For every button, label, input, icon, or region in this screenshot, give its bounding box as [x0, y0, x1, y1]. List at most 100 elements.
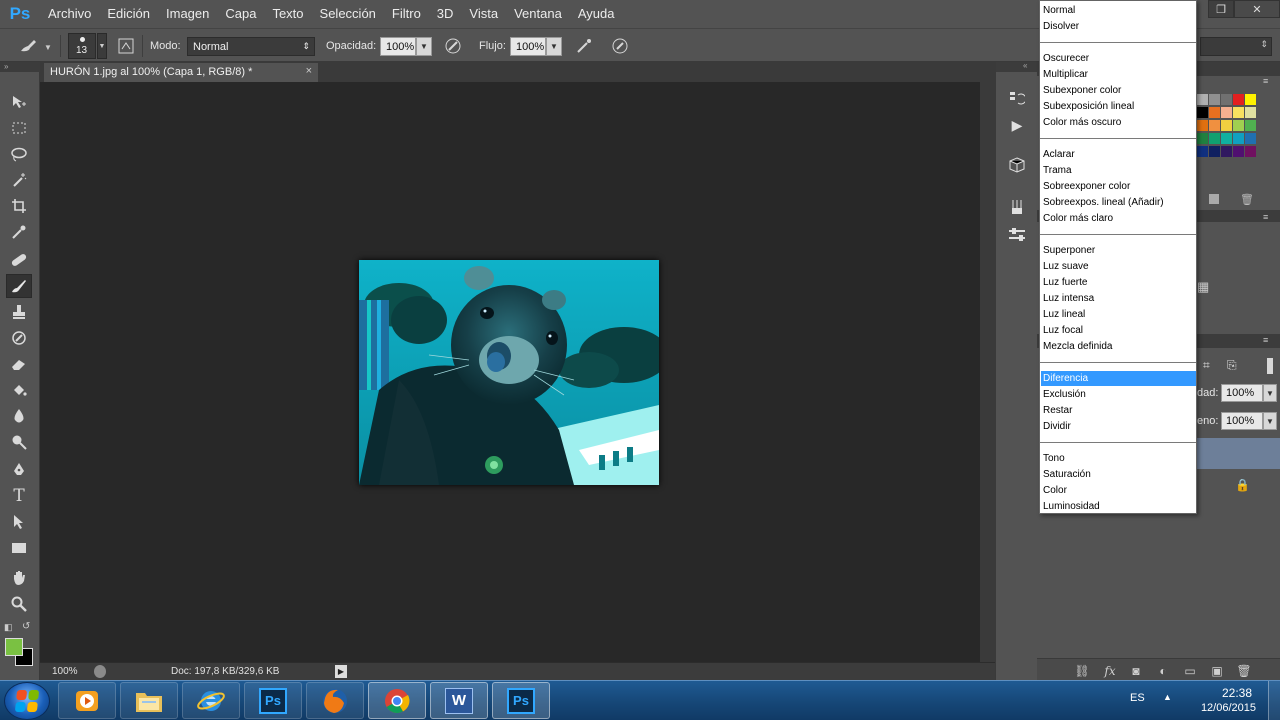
history-brush-tool-icon[interactable] — [6, 326, 32, 350]
blend-mode-option[interactable]: Normal — [1041, 3, 1196, 18]
blend-mode-option[interactable]: Subexponer color — [1041, 83, 1196, 98]
blend-mode-option[interactable]: Sobreexpos. lineal (Añadir) — [1041, 195, 1196, 210]
language-indicator[interactable]: ES — [1130, 692, 1145, 704]
blend-mode-option[interactable]: Saturación — [1041, 467, 1196, 482]
menu-ayuda[interactable]: Ayuda — [570, 0, 623, 28]
menu-3d[interactable]: 3D — [429, 0, 462, 28]
layer-opacity-input[interactable]: 100% — [1221, 384, 1263, 402]
opacity-dropdown-icon[interactable]: ▼ — [416, 37, 432, 56]
zoom-level[interactable]: 100% — [52, 666, 78, 677]
link-layers-icon[interactable]: ⛓ — [1073, 663, 1091, 679]
color-swatch[interactable] — [1197, 94, 1208, 105]
clock-date[interactable]: 12/06/2015 — [1201, 702, 1256, 714]
color-swatch[interactable] — [1209, 120, 1220, 131]
color-swatch[interactable] — [1209, 107, 1220, 118]
layer-fill-dropdown-icon[interactable]: ▼ — [1263, 412, 1277, 430]
foreground-color-swatch[interactable] — [5, 638, 23, 656]
transform-lock-icon[interactable]: ⌗ — [1203, 358, 1210, 373]
blend-mode-option[interactable]: Subexposición lineal — [1041, 99, 1196, 114]
color-swatch[interactable] — [1221, 94, 1232, 105]
color-swatch[interactable] — [1221, 107, 1232, 118]
paint-bucket-tool-icon[interactable] — [6, 378, 32, 402]
blend-mode-option[interactable]: Aclarar — [1041, 147, 1196, 162]
actions-play-icon[interactable]: ▶ — [1005, 114, 1029, 136]
blend-mode-option[interactable]: Superponer — [1041, 243, 1196, 258]
internet-explorer-taskbar-button[interactable] — [182, 682, 240, 719]
brush-size-picker[interactable]: 13 — [68, 33, 96, 59]
status-options-icon[interactable] — [94, 665, 106, 678]
menu-filtro[interactable]: Filtro — [384, 0, 429, 28]
type-tool-icon[interactable]: T — [6, 484, 32, 508]
blend-mode-option[interactable]: Exclusión — [1041, 387, 1196, 402]
eraser-tool-icon[interactable] — [6, 352, 32, 376]
menu-capa[interactable]: Capa — [217, 0, 264, 28]
blend-mode-option[interactable]: Restar — [1041, 403, 1196, 418]
eyedropper-tool-icon[interactable] — [6, 220, 32, 244]
trash-icon[interactable]: 🗑 — [1240, 193, 1254, 206]
layer-mask-icon[interactable]: ◙ — [1127, 663, 1145, 679]
history-panel-icon[interactable] — [1005, 87, 1029, 109]
blend-mode-option[interactable]: Luz lineal — [1041, 307, 1196, 322]
color-swatch[interactable] — [1197, 146, 1208, 157]
tablet-pressure-opacity-icon[interactable] — [441, 35, 465, 57]
crop-tool-icon[interactable] — [6, 194, 32, 218]
blend-mode-option[interactable]: Diferencia — [1041, 371, 1196, 386]
panel-menu-icon[interactable]: ≡ — [1263, 76, 1268, 86]
photoshop-running-taskbar-button[interactable]: Ps — [492, 682, 550, 719]
blend-mode-option[interactable]: Luz focal — [1041, 323, 1196, 338]
artboard-icon[interactable]: ⎘ — [1227, 358, 1237, 373]
panel-scrollbar[interactable] — [1267, 358, 1273, 374]
brush-tool-icon[interactable] — [6, 274, 32, 298]
grid-icon[interactable]: ▦ — [1197, 279, 1209, 295]
blend-mode-option[interactable]: Mezcla definida — [1041, 339, 1196, 354]
panel-menu-icon[interactable]: ≡ — [1263, 335, 1268, 345]
close-tab-icon[interactable]: × — [306, 65, 312, 77]
close-button[interactable]: ✕ — [1234, 0, 1280, 18]
layer-fill-input[interactable]: 100% — [1221, 412, 1263, 430]
healing-brush-tool-icon[interactable] — [6, 248, 32, 272]
zoom-tool-icon[interactable] — [6, 592, 32, 616]
brush-panel-icon[interactable] — [1005, 196, 1029, 218]
layer-row-selected[interactable] — [1197, 438, 1280, 469]
canvas-scrollbar[interactable] — [980, 82, 995, 662]
3d-panel-icon[interactable] — [1005, 154, 1029, 176]
start-button[interactable] — [4, 682, 50, 720]
menu-ventana[interactable]: Ventana — [506, 0, 570, 28]
hand-tool-icon[interactable] — [6, 566, 32, 590]
path-selection-tool-icon[interactable] — [6, 510, 32, 534]
move-tool-icon[interactable] — [6, 90, 32, 114]
media-player-taskbar-button[interactable] — [58, 682, 116, 719]
color-swatch[interactable] — [1221, 120, 1232, 131]
color-swatch[interactable] — [1197, 107, 1208, 118]
swap-colors-icon[interactable]: ↺ — [22, 621, 30, 632]
blend-mode-option[interactable]: Color más claro — [1041, 211, 1196, 226]
layer-opacity-dropdown-icon[interactable]: ▼ — [1263, 384, 1277, 402]
blend-mode-option[interactable]: Sobreexponer color — [1041, 179, 1196, 194]
blend-mode-option[interactable]: Luz suave — [1041, 259, 1196, 274]
blend-mode-option[interactable]: Multiplicar — [1041, 67, 1196, 82]
opacity-input[interactable]: 100% — [380, 37, 416, 56]
color-swatch[interactable] — [1245, 133, 1256, 144]
photoshop-pinned-taskbar-button[interactable]: Ps — [244, 682, 302, 719]
color-swatch[interactable] — [1233, 146, 1244, 157]
blur-tool-icon[interactable] — [6, 404, 32, 428]
color-swatch[interactable] — [1245, 94, 1256, 105]
collapse-icon[interactable]: » — [4, 62, 8, 71]
color-swatch[interactable] — [1233, 133, 1244, 144]
menu-vista[interactable]: Vista — [461, 0, 506, 28]
show-hidden-icons-icon[interactable]: ▲ — [1163, 692, 1172, 702]
menu-imagen[interactable]: Imagen — [158, 0, 217, 28]
pen-tool-icon[interactable] — [6, 458, 32, 482]
adjustment-layer-icon[interactable]: ◐ — [1154, 663, 1172, 679]
menu-seleccion[interactable]: Selección — [312, 0, 384, 28]
color-swatch[interactable] — [1233, 120, 1244, 131]
menu-edicion[interactable]: Edición — [99, 0, 158, 28]
rectangle-tool-icon[interactable] — [6, 536, 32, 560]
blend-mode-option[interactable]: Oscurecer — [1041, 51, 1196, 66]
panel-menu-icon[interactable]: ≡ — [1263, 212, 1268, 222]
delete-layer-icon[interactable]: 🗑 — [1235, 663, 1253, 679]
ferret-image[interactable] — [359, 260, 659, 485]
lasso-tool-icon[interactable] — [6, 142, 32, 166]
mode-select[interactable]: Normal ⇕ — [187, 37, 315, 56]
adjustments-panel-icon[interactable] — [1005, 224, 1029, 246]
